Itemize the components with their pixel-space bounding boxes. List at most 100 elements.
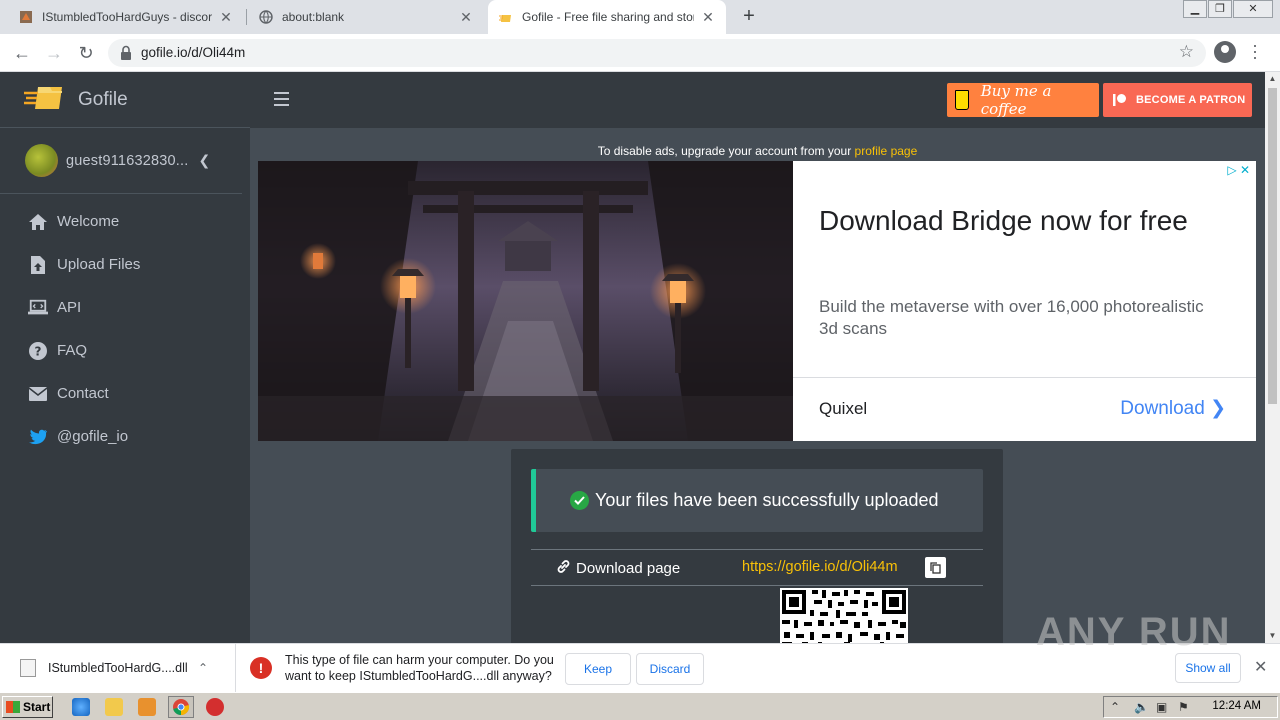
address-bar[interactable]: gofile.io/d/Oli44m ☆ [108, 39, 1206, 67]
tab-close-icon[interactable]: ✕ [700, 9, 716, 26]
copy-icon[interactable] [925, 557, 946, 578]
forward-button[interactable]: → [42, 41, 66, 65]
ad-advertiser: Quixel [819, 399, 868, 418]
user-panel[interactable]: guest911632830... ❮ [0, 128, 242, 194]
chevron-up-icon[interactable]: ⌃ [198, 661, 208, 675]
profile-page-link[interactable]: profile page [855, 144, 918, 158]
restore-window-button[interactable]: ❐ [1208, 0, 1232, 18]
close-download-bar-icon[interactable]: ✕ [1254, 657, 1267, 677]
minimize-window-button[interactable]: ▁ [1183, 0, 1207, 18]
browser-toolbar: ← → ↻ gofile.io/d/Oli44m ☆ [0, 34, 1280, 72]
file-icon [20, 659, 36, 677]
download-page-text: Download page [576, 560, 681, 577]
folder-icon[interactable] [105, 698, 123, 716]
network-icon[interactable]: ▣ [1156, 700, 1167, 714]
ad-image[interactable] [258, 161, 793, 441]
show-all-button[interactable]: Show all [1175, 653, 1241, 683]
home-icon [28, 212, 48, 232]
system-tray: ⌃ 🔈 ▣ ⚑ 12:24 AM [1103, 696, 1278, 718]
start-button[interactable]: Start [2, 696, 53, 718]
sidebar-item-welcome[interactable]: Welcome [0, 200, 250, 243]
flag-icon[interactable]: ⚑ [1178, 700, 1189, 714]
tab-gofile[interactable]: Gofile - Free file sharing and storage ✕ [488, 0, 726, 34]
download-url-link[interactable]: https://gofile.io/d/Oli44m [742, 559, 898, 575]
tab-close-icon[interactable]: ✕ [458, 9, 474, 26]
avatar [25, 144, 58, 177]
tab-about-blank[interactable]: about:blank ✕ [248, 0, 484, 34]
download-bar: IStumbledTooHardG....dll ⌃ ! This type o… [0, 610, 1280, 692]
page-scrollbar[interactable]: ▲ ▼ [1265, 72, 1280, 643]
sidebar: Gofile guest911632830... ❮ Welcome Uploa… [0, 72, 250, 643]
coffee-button-label: Buy me a coffee [980, 82, 1052, 118]
tab-discord[interactable]: IStumbledTooHardGuys - discord.gg/ ✕ [8, 0, 244, 34]
chrome-icon[interactable] [168, 696, 194, 718]
discard-button[interactable]: Discard [636, 653, 704, 685]
brand-name: Gofile [78, 88, 128, 110]
tab-separator [246, 9, 247, 25]
ad-download-button[interactable]: Download ❯ [1120, 397, 1226, 420]
username: guest911632830... [66, 152, 189, 169]
download-item[interactable]: IStumbledTooHardG....dll ⌃ [0, 644, 236, 692]
sidebar-item-label: Contact [57, 385, 109, 402]
browser-menu-icon[interactable]: · · · [1250, 36, 1260, 66]
tab-title: IStumbledTooHardGuys - discord.gg/ [42, 10, 212, 24]
back-button[interactable]: ← [10, 41, 34, 65]
chevron-up-icon[interactable]: ⌃ [1110, 700, 1120, 714]
keep-button[interactable]: Keep [565, 653, 631, 685]
warning-icon: ! [250, 657, 272, 679]
browser-tab-strip: IStumbledTooHardGuys - discord.gg/ ✕ abo… [0, 0, 1280, 34]
stop-icon[interactable] [206, 698, 224, 716]
anyrun-watermark: ANY RUN [1036, 610, 1232, 654]
speaker-icon[interactable]: 🔈 [1134, 700, 1149, 714]
tab-close-icon[interactable]: ✕ [218, 9, 234, 26]
download-file-name: IStumbledTooHardG....dll [48, 661, 188, 675]
success-alert: Your files have been successfully upload… [531, 469, 983, 532]
ad-notice-text: To disable ads, upgrade your account fro… [597, 144, 852, 158]
sidebar-item-label: @gofile_io [57, 428, 129, 445]
advertisement[interactable]: Download Bridge now for free Build the m… [258, 161, 1256, 441]
ad-divider [793, 377, 1256, 378]
download-page-row: Download page https://gofile.io/d/Oli44m [531, 549, 983, 586]
laptop-code-icon [28, 298, 48, 318]
media-player-icon[interactable] [138, 698, 156, 716]
adchoices-icon[interactable]: ▷ ✕ [1227, 163, 1250, 177]
close-window-button[interactable]: ✕ [1233, 0, 1273, 18]
ad-cta-label: Download [1120, 398, 1205, 419]
sidebar-item-label: Welcome [57, 213, 120, 230]
reload-button[interactable]: ↻ [74, 41, 98, 65]
tab-title: about:blank [282, 10, 345, 24]
scrollbar-thumb[interactable] [1268, 88, 1277, 404]
new-tab-button[interactable]: + [738, 6, 760, 28]
sidebar-nav: Welcome Upload Files API ? FAQ Contact @… [0, 194, 250, 458]
sidebar-item-api[interactable]: API [0, 286, 250, 329]
become-a-patron-button[interactable]: BECOME A PATRON [1103, 83, 1252, 117]
hamburger-menu-icon[interactable] [274, 92, 289, 106]
brand[interactable]: Gofile [0, 72, 250, 128]
ad-headline[interactable]: Download Bridge now for free [819, 201, 1239, 240]
profile-avatar-icon[interactable] [1214, 41, 1236, 63]
sidebar-item-contact[interactable]: Contact [0, 372, 250, 415]
scroll-up-arrow-icon[interactable]: ▲ [1265, 72, 1280, 86]
address-url: gofile.io/d/Oli44m [141, 45, 246, 60]
question-circle-icon: ? [28, 341, 48, 361]
patreon-logo-icon [1113, 93, 1127, 107]
top-navbar: Buy me a coffee BECOME A PATRON [250, 72, 1265, 128]
globe-icon [258, 9, 274, 25]
coffee-cup-icon [955, 90, 969, 110]
sidebar-item-twitter[interactable]: @gofile_io [0, 415, 250, 458]
internet-explorer-icon[interactable] [72, 698, 90, 716]
sidebar-item-upload-files[interactable]: Upload Files [0, 243, 250, 286]
twitter-icon [28, 427, 48, 447]
sidebar-item-faq[interactable]: ? FAQ [0, 329, 250, 372]
ad-body: Build the metaverse with over 16,000 pho… [819, 297, 1204, 338]
chevron-left-icon[interactable]: ❮ [198, 152, 210, 169]
qr-code [780, 588, 908, 643]
buy-me-a-coffee-button[interactable]: Buy me a coffee [947, 82, 1099, 118]
envelope-icon [28, 384, 48, 404]
gofile-favicon-icon [498, 9, 514, 25]
ad-text-panel[interactable]: Download Bridge now for free Build the m… [793, 161, 1256, 441]
download-page-label: Download page [556, 559, 680, 578]
bookmark-star-icon[interactable]: ☆ [1179, 42, 1194, 62]
download-warning-text: This type of file can harm your computer… [285, 653, 554, 683]
scroll-down-arrow-icon[interactable]: ▼ [1265, 629, 1280, 643]
